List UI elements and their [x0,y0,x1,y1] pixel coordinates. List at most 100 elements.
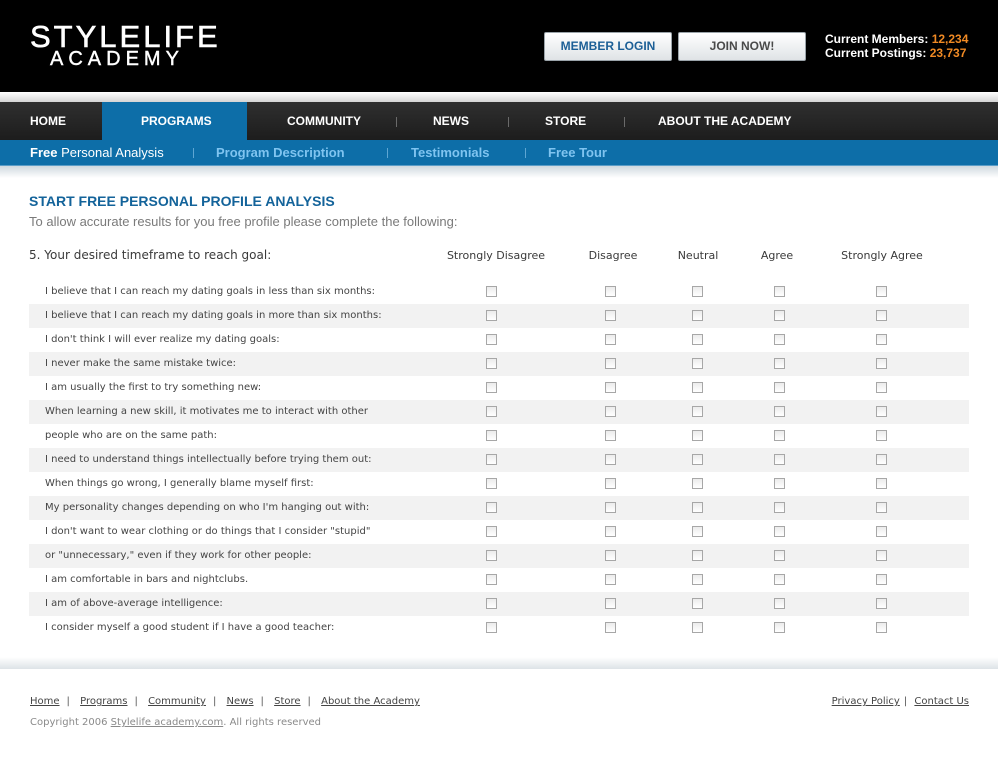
checkbox-agree[interactable] [774,478,785,489]
nav-item-store[interactable]: STORE [545,102,586,140]
checkbox-disagree[interactable] [605,574,616,585]
checkbox-strongly-agree[interactable] [876,310,887,321]
checkbox-strongly-agree[interactable] [876,478,887,489]
checkbox-strongly-disagree[interactable] [486,502,497,513]
checkbox-agree[interactable] [774,526,785,537]
checkbox-disagree[interactable] [605,310,616,321]
checkbox-neutral[interactable] [692,430,703,441]
checkbox-strongly-agree[interactable] [876,574,887,585]
checkbox-agree[interactable] [774,286,785,297]
checkbox-strongly-disagree[interactable] [486,430,497,441]
checkbox-strongly-disagree[interactable] [486,598,497,609]
checkbox-neutral[interactable] [692,502,703,513]
checkbox-strongly-agree[interactable] [876,550,887,561]
checkbox-strongly-agree[interactable] [876,526,887,537]
checkbox-neutral[interactable] [692,478,703,489]
subnav-item-program-description[interactable]: Program Description [216,140,345,165]
checkbox-neutral[interactable] [692,406,703,417]
checkbox-strongly-disagree[interactable] [486,478,497,489]
checkbox-strongly-disagree[interactable] [486,526,497,537]
checkbox-strongly-disagree[interactable] [486,358,497,369]
footer-link-contact[interactable]: Contact Us [914,696,969,707]
footer-link-news[interactable]: News [227,696,254,707]
checkbox-disagree[interactable] [605,598,616,609]
checkbox-strongly-disagree[interactable] [486,286,497,297]
checkbox-disagree[interactable] [605,358,616,369]
nav-item-news[interactable]: NEWS [433,102,469,140]
footer-band [0,657,998,669]
checkbox-neutral[interactable] [692,622,703,633]
footer-link-about[interactable]: About the Academy [321,696,420,707]
join-now-button[interactable]: JOIN NOW! [678,32,806,61]
checkbox-strongly-disagree[interactable] [486,382,497,393]
checkbox-agree[interactable] [774,574,785,585]
checkbox-strongly-agree[interactable] [876,622,887,633]
subnav-item-testimonials[interactable]: Testimonials [411,140,490,165]
checkbox-disagree[interactable] [605,286,616,297]
checkbox-agree[interactable] [774,382,785,393]
checkbox-disagree[interactable] [605,406,616,417]
checkbox-neutral[interactable] [692,358,703,369]
checkbox-neutral[interactable] [692,526,703,537]
checkbox-agree[interactable] [774,598,785,609]
checkbox-strongly-agree[interactable] [876,430,887,441]
footer-link-home[interactable]: Home [30,696,60,707]
checkbox-disagree[interactable] [605,526,616,537]
nav-item-programs[interactable]: PROGRAMS [141,102,212,140]
nav-item-community[interactable]: COMMUNITY [287,102,361,140]
copyright-site-link[interactable]: Stylelife academy.com [111,717,224,728]
checkbox-neutral[interactable] [692,382,703,393]
checkbox-strongly-agree[interactable] [876,502,887,513]
checkbox-strongly-disagree[interactable] [486,406,497,417]
checkbox-agree[interactable] [774,406,785,417]
footer-link-community[interactable]: Community [148,696,206,707]
checkbox-neutral[interactable] [692,598,703,609]
checkbox-disagree[interactable] [605,550,616,561]
checkbox-strongly-agree[interactable] [876,406,887,417]
site-logo[interactable]: STYLELIFE ACADEMY [30,21,221,70]
checkbox-agree[interactable] [774,502,785,513]
checkbox-strongly-disagree[interactable] [486,622,497,633]
checkbox-disagree[interactable] [605,454,616,465]
footer-link-store[interactable]: Store [274,696,300,707]
checkbox-strongly-agree[interactable] [876,334,887,345]
checkbox-agree[interactable] [774,550,785,561]
checkbox-strongly-disagree[interactable] [486,574,497,585]
checkbox-disagree[interactable] [605,478,616,489]
checkbox-agree[interactable] [774,334,785,345]
page-title: START FREE PERSONAL PROFILE ANALYSIS [29,193,335,209]
checkbox-agree[interactable] [774,622,785,633]
subnav-item-free-analysis[interactable]: Free Personal Analysis [30,140,164,165]
subnav-item-free-tour[interactable]: Free Tour [548,140,607,165]
nav-item-about[interactable]: ABOUT THE ACADEMY [658,102,792,140]
checkbox-agree[interactable] [774,454,785,465]
nav-top-strip [0,92,998,102]
checkbox-strongly-disagree[interactable] [486,550,497,561]
checkbox-disagree[interactable] [605,334,616,345]
checkbox-disagree[interactable] [605,502,616,513]
checkbox-strongly-disagree[interactable] [486,454,497,465]
member-login-button[interactable]: MEMBER LOGIN [544,32,672,61]
checkbox-strongly-agree[interactable] [876,598,887,609]
checkbox-neutral[interactable] [692,454,703,465]
checkbox-agree[interactable] [774,430,785,441]
footer-link-programs[interactable]: Programs [80,696,127,707]
checkbox-strongly-agree[interactable] [876,286,887,297]
checkbox-agree[interactable] [774,358,785,369]
checkbox-neutral[interactable] [692,550,703,561]
checkbox-strongly-agree[interactable] [876,358,887,369]
checkbox-disagree[interactable] [605,622,616,633]
checkbox-agree[interactable] [774,310,785,321]
checkbox-neutral[interactable] [692,334,703,345]
checkbox-strongly-agree[interactable] [876,454,887,465]
nav-item-home[interactable]: HOME [30,102,66,140]
checkbox-strongly-agree[interactable] [876,382,887,393]
checkbox-strongly-disagree[interactable] [486,310,497,321]
checkbox-neutral[interactable] [692,310,703,321]
footer-link-privacy[interactable]: Privacy Policy [832,696,900,707]
checkbox-neutral[interactable] [692,286,703,297]
checkbox-disagree[interactable] [605,430,616,441]
checkbox-neutral[interactable] [692,574,703,585]
checkbox-strongly-disagree[interactable] [486,334,497,345]
checkbox-disagree[interactable] [605,382,616,393]
